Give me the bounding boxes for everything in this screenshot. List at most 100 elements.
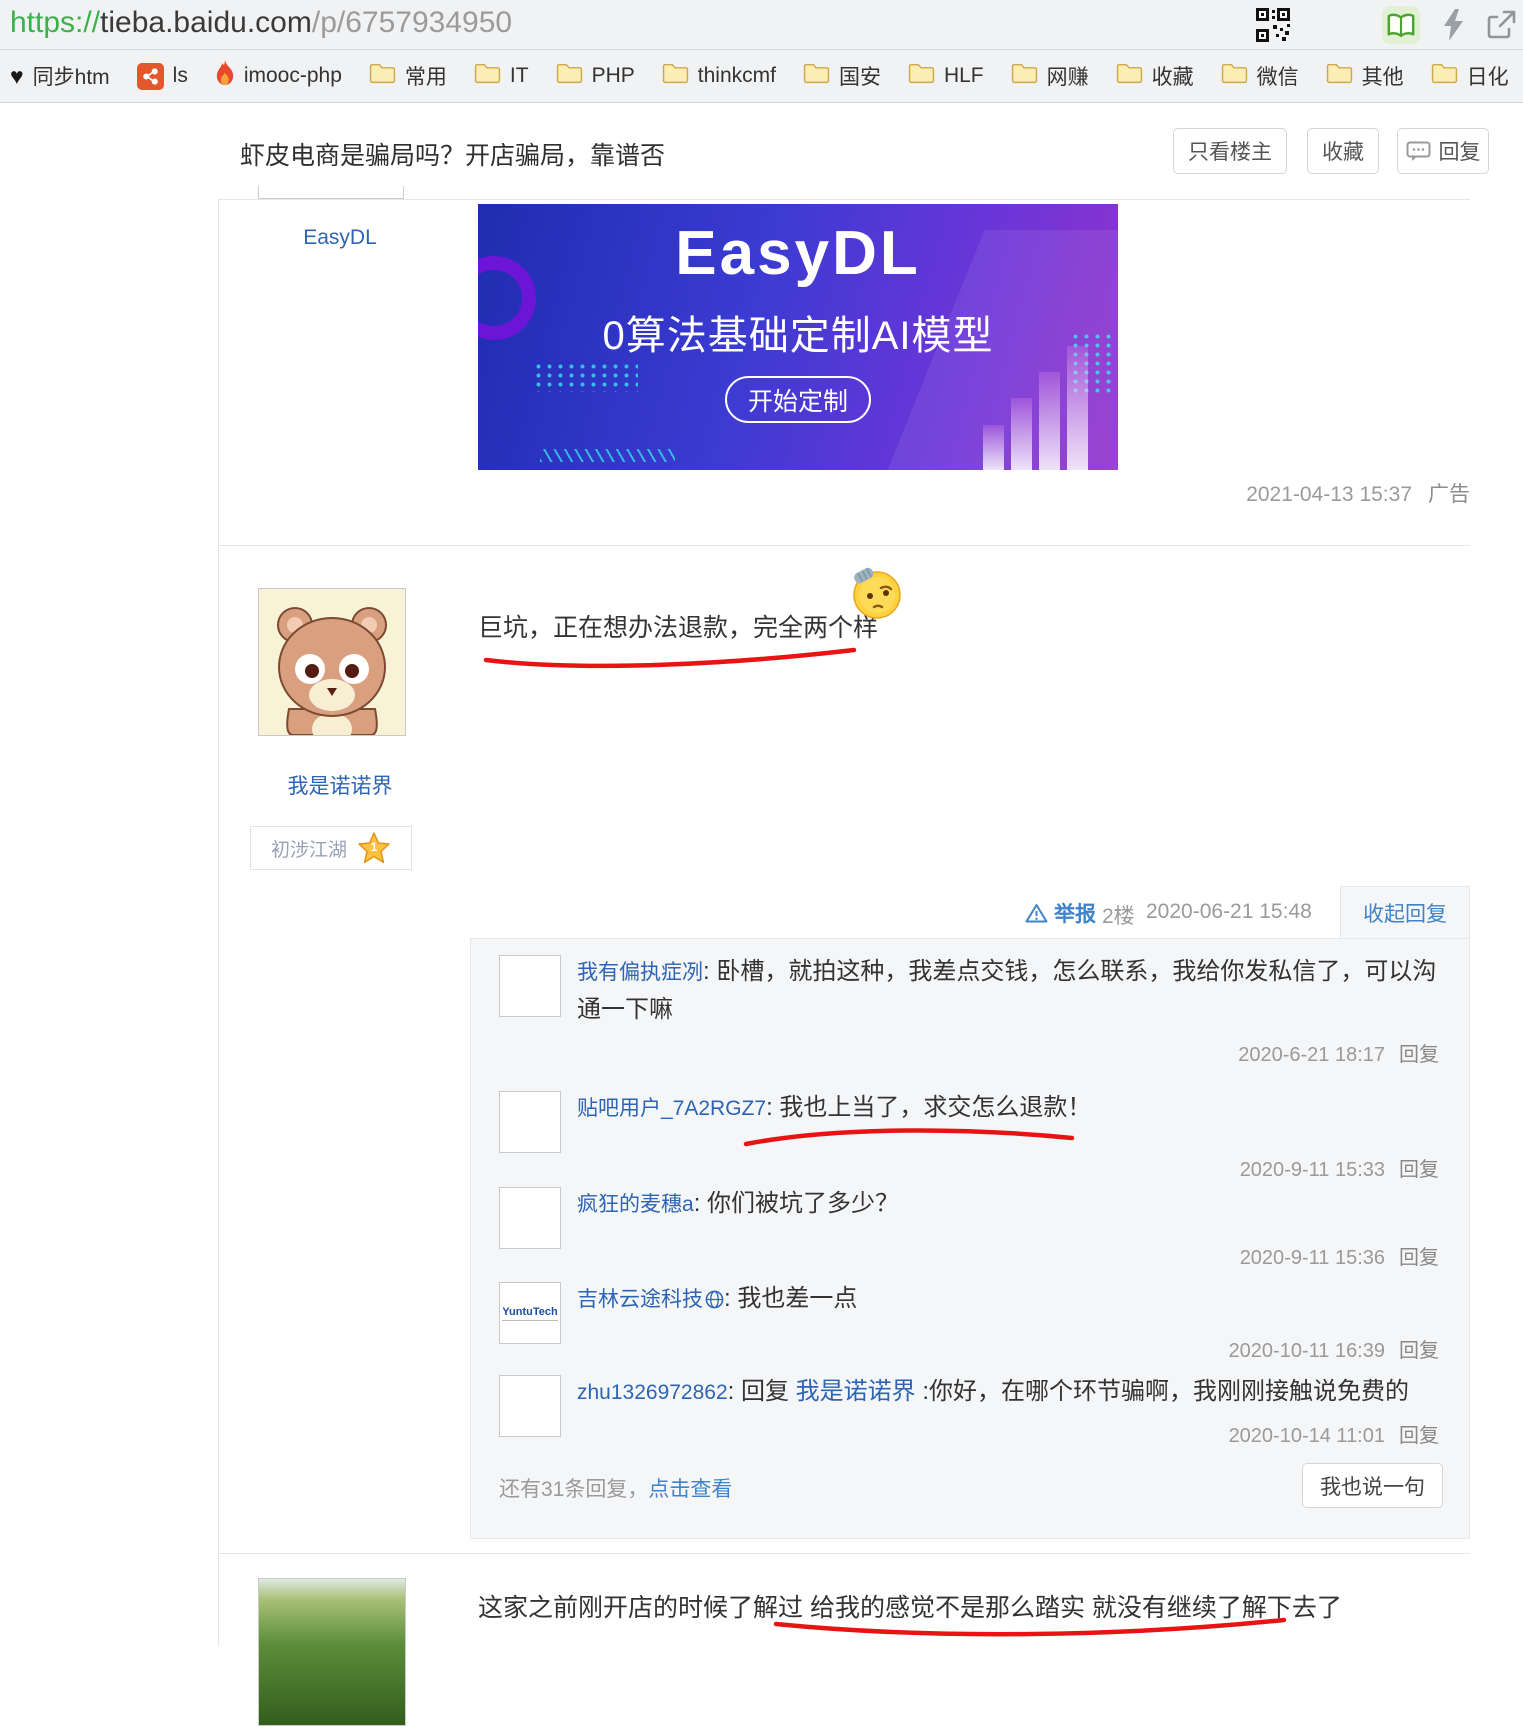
dots-decoration <box>533 362 638 392</box>
level-star-icon: 1 <box>357 831 391 865</box>
reply-action[interactable]: 回复 <box>1399 1425 1439 1447</box>
section-divider <box>218 545 1470 546</box>
post-time: 2020-06-21 15:48 <box>1146 900 1312 924</box>
bookmark-label: 日化 <box>1467 61 1509 91</box>
url-text[interactable]: https://tieba.baidu.com/p/6757934950 <box>10 6 512 40</box>
bookmark-label: 同步htm <box>33 61 110 91</box>
sub-reply-row: zhu1326972862: 回复 我是诺诺界 :你好，在哪个环节骗啊，我刚刚接… <box>499 1373 1439 1448</box>
bookmarks-bar: ♥ 同步htm ls imooc-php 常用 IT PHP thinkcmf 国… <box>0 50 1523 103</box>
reader-mode-icon[interactable] <box>1382 6 1420 44</box>
reply-text: 吉林云途科技: 我也差一点 <box>577 1280 1439 1318</box>
bookmark-item[interactable]: 其他 <box>1326 61 1404 91</box>
sweat-face-emoji <box>850 566 904 625</box>
bookmark-label: 其他 <box>1362 61 1404 91</box>
ad-tag: 广告 <box>1428 483 1470 506</box>
reply-user-avatar[interactable] <box>499 955 561 1017</box>
speech-bubble-icon <box>1406 141 1431 162</box>
reply-username[interactable]: 贴吧用户_7A2RGZ7 <box>577 1097 766 1120</box>
reply-text: zhu1326972862: 回复 我是诺诺界 :你好，在哪个环节骗啊，我刚刚接… <box>577 1373 1439 1411</box>
op-level-badge[interactable]: 初涉江湖 1 <box>250 826 412 870</box>
browser-url-bar[interactable]: https://tieba.baidu.com/p/6757934950 <box>0 0 1523 50</box>
lightning-icon[interactable] <box>1434 6 1472 44</box>
view-more-link[interactable]: 点击查看 <box>648 1478 732 1501</box>
collapse-replies-tab[interactable]: 收起回复 <box>1340 886 1470 939</box>
bookmark-label: IT <box>510 64 529 88</box>
bookmark-item[interactable]: ls <box>137 63 188 90</box>
ad-banner[interactable]: EasyDL 0算法基础定制AI模型 开始定制 <box>478 204 1118 470</box>
replies-footer: 还有31条回复，点击查看 我也说一句 <box>499 1463 1443 1509</box>
thread-title: 虾皮电商是骗局吗？开店骗局，靠谱否 <box>240 136 665 172</box>
reply-action[interactable]: 回复 <box>1399 1247 1439 1269</box>
reply-text: 我有偏执症冽: 卧槽，就拍这种，我差点交钱，怎么联系，我给你发私信了，可以沟通一… <box>577 953 1439 1028</box>
share-node-icon <box>137 63 164 90</box>
reply-user-avatar[interactable] <box>499 1091 561 1153</box>
bookmark-item[interactable]: 收藏 <box>1116 61 1194 91</box>
bookmark-item[interactable]: 国安 <box>803 61 881 91</box>
sub-reply-row: YuntuTech 吉林云途科技: 我也差一点 2020-10-11 16:39… <box>499 1280 1439 1363</box>
bookmark-item[interactable]: HLF <box>908 62 984 90</box>
reply-user-avatar[interactable] <box>499 1187 561 1249</box>
reply-text: 疯狂的麦穗a: 你们被坑了多少？ <box>577 1185 1439 1223</box>
reply-username[interactable]: 我有偏执症冽 <box>577 961 703 984</box>
next-post-content: 这家之前刚开店的时候了解过 给我的感觉不是那么踏实 就没有继续了解下去了 <box>478 1588 1378 1624</box>
folder-icon <box>1431 62 1458 90</box>
bar-chart-decoration <box>983 346 1088 470</box>
mention-link[interactable]: 我是诺诺界 <box>796 1378 916 1405</box>
reply-username[interactable]: zhu1326972862 <box>577 1381 728 1404</box>
section-divider <box>218 1553 1470 1554</box>
reply-button[interactable]: 回复 <box>1397 128 1489 174</box>
bookmark-label: thinkcmf <box>698 64 776 88</box>
folder-icon <box>662 62 689 90</box>
folder-icon <box>1116 62 1143 90</box>
bookmark-item[interactable]: 常用 <box>369 61 447 91</box>
ad-meta: 2021-04-13 15:37 广告 <box>1246 478 1470 508</box>
bookmark-label: PHP <box>592 64 635 88</box>
bookmark-item[interactable]: 日化 <box>1431 61 1509 91</box>
sub-reply-row: 我有偏执症冽: 卧槽，就拍这种，我差点交钱，怎么联系，我给你发私信了，可以沟通一… <box>499 953 1439 1067</box>
url-scheme: https:// <box>10 6 100 39</box>
hatch-decoration <box>540 449 675 462</box>
folder-icon <box>803 62 830 90</box>
flame-icon <box>215 60 235 92</box>
bookmark-label: 国安 <box>839 61 881 91</box>
reply-username[interactable]: 吉林云途科技 <box>577 1288 703 1311</box>
advertiser-link[interactable]: EasyDL <box>218 226 462 250</box>
reply-user-avatar[interactable] <box>499 1375 561 1437</box>
bookmark-item[interactable]: IT <box>474 62 529 90</box>
reply-date-row: 2020-9-11 15:36回复 <box>499 1241 1439 1270</box>
reply-date-row: 2020-9-11 15:33回复 <box>499 1153 1439 1182</box>
bookmark-label: 网赚 <box>1047 61 1089 91</box>
only-op-button[interactable]: 只看楼主 <box>1173 128 1287 174</box>
qr-code-icon[interactable] <box>1254 6 1292 44</box>
reply-user-avatar[interactable]: YuntuTech <box>499 1282 561 1344</box>
bookmark-item[interactable]: thinkcmf <box>662 62 776 90</box>
share-icon[interactable] <box>1482 6 1520 44</box>
favorite-button[interactable]: 收藏 <box>1307 128 1379 174</box>
reply-date-row: 2020-10-11 16:39回复 <box>499 1334 1439 1363</box>
heart-icon: ♥ <box>10 65 24 88</box>
report-link[interactable]: 举报 <box>1025 898 1096 928</box>
bookmark-item[interactable]: 网赚 <box>1011 61 1089 91</box>
reply-date-row: 2020-6-21 18:17回复 <box>499 1038 1439 1067</box>
more-replies: 还有31条回复，点击查看 <box>499 1473 732 1503</box>
bookmark-item[interactable]: PHP <box>556 62 635 90</box>
banner-cta-button[interactable]: 开始定制 <box>725 376 871 423</box>
say-something-button[interactable]: 我也说一句 <box>1302 1463 1443 1508</box>
ad-time: 2021-04-13 15:37 <box>1246 483 1412 506</box>
reply-action[interactable]: 回复 <box>1399 1340 1439 1362</box>
bookmark-label: 常用 <box>405 61 447 91</box>
folder-icon <box>908 62 935 90</box>
next-post-avatar[interactable] <box>258 1578 406 1726</box>
sub-reply-row: 贴吧用户_7A2RGZ7: 我也上当了，求交怎么退款！ 2020-9-11 15… <box>499 1089 1439 1182</box>
reply-action[interactable]: 回复 <box>1399 1044 1439 1066</box>
bookmark-item[interactable]: 微信 <box>1221 61 1299 91</box>
bookmark-item[interactable]: imooc-php <box>215 60 342 92</box>
reply-action[interactable]: 回复 <box>1399 1159 1439 1181</box>
bookmark-item[interactable]: ♥ 同步htm <box>10 61 110 91</box>
reply-username[interactable]: 疯狂的麦穗a <box>577 1193 694 1216</box>
op-avatar[interactable] <box>258 588 406 736</box>
url-host: tieba.baidu.com <box>100 6 312 39</box>
bookmark-label: ls <box>173 64 188 88</box>
op-username[interactable]: 我是诺诺界 <box>218 770 462 800</box>
reply-date-row: 2020-10-14 11:01回复 <box>499 1419 1439 1448</box>
